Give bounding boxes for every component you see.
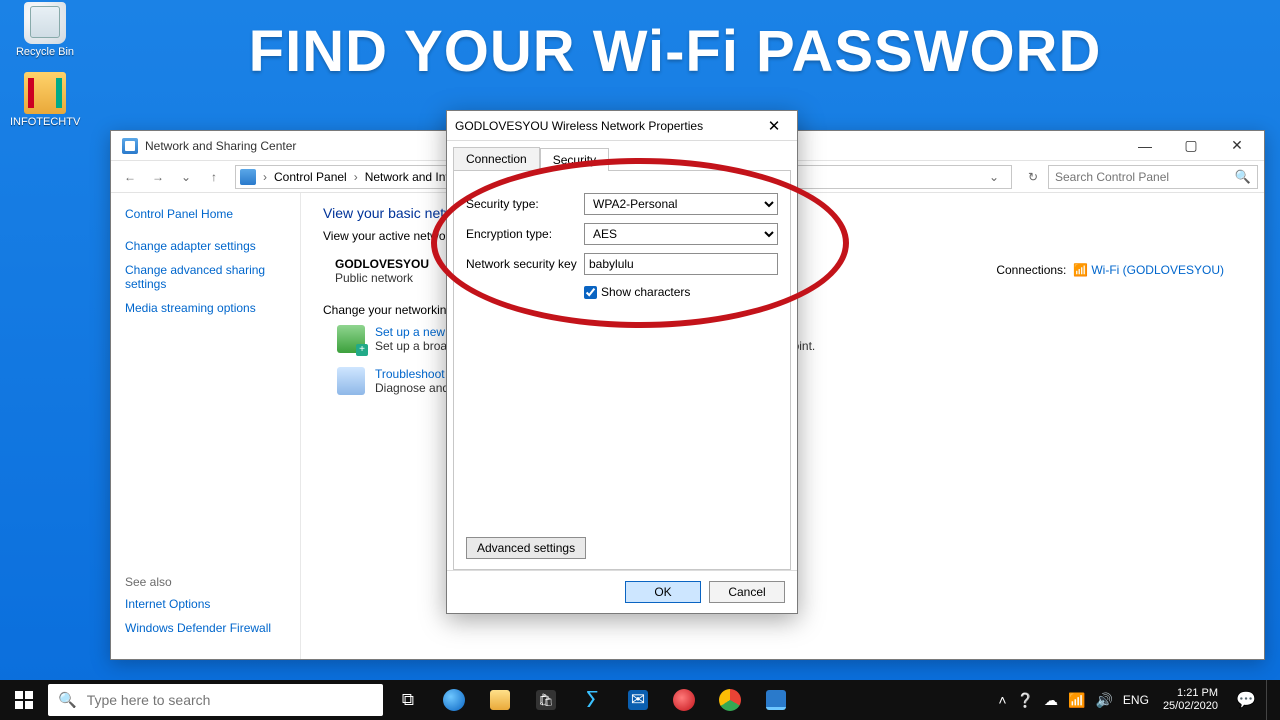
search-input[interactable] (1055, 170, 1235, 184)
network-name: GODLOVESYOU (335, 257, 429, 271)
desktop-folder[interactable]: INFOTECHTV (10, 72, 80, 128)
sidebar: Control Panel Home Change adapter settin… (111, 193, 301, 659)
sidebar-item-internet-options[interactable]: Internet Options (125, 597, 286, 611)
breadcrumb-icon (240, 169, 256, 185)
taskbar-app-opera[interactable] (661, 680, 707, 720)
tray-wifi-icon[interactable]: 📶 (1068, 692, 1085, 709)
tab-connection[interactable]: Connection (453, 147, 540, 170)
ok-button[interactable]: OK (625, 581, 701, 603)
network-icon (122, 138, 138, 154)
sidebar-item-media[interactable]: Media streaming options (125, 301, 286, 315)
folder-icon (24, 72, 66, 114)
tray-overflow-button[interactable]: ˄ (998, 692, 1006, 708)
tray-language[interactable]: ENG (1123, 693, 1149, 707)
taskbar-app-edge[interactable]: ⵢ (569, 680, 615, 720)
start-button[interactable] (0, 680, 48, 720)
taskbar-search[interactable]: 🔍 (48, 684, 383, 716)
security-type-select[interactable]: WPA2-Personal (584, 193, 778, 215)
sidebar-item-sharing[interactable]: Change advanced sharing settings (125, 263, 286, 291)
wireless-properties-dialog: GODLOVESYOU Wireless Network Properties … (446, 110, 798, 614)
maximize-button[interactable]: ▢ (1168, 131, 1214, 161)
minimize-button[interactable]: — (1122, 131, 1168, 161)
connections-label: Connections: (996, 263, 1066, 277)
advanced-settings-button[interactable]: Advanced settings (466, 537, 586, 559)
task-view-button[interactable]: ⧉ (385, 680, 431, 720)
dialog-titlebar[interactable]: GODLOVESYOU Wireless Network Properties … (447, 111, 797, 141)
taskbar-app-store[interactable]: 🛍 (523, 680, 569, 720)
tab-security[interactable]: Security (540, 148, 609, 171)
tray-volume-icon[interactable]: 🔊 (1095, 692, 1112, 709)
troubleshoot-icon (337, 367, 365, 395)
taskbar-app-ie[interactable] (431, 680, 477, 720)
tray-help-icon[interactable]: ❔ (1017, 692, 1034, 709)
dialog-title: GODLOVESYOU Wireless Network Properties (455, 119, 759, 133)
wifi-connection-link[interactable]: Wi-Fi (GODLOVESYOU) (1091, 263, 1224, 277)
recent-dropdown[interactable]: ⌄ (173, 164, 199, 190)
encryption-type-select[interactable]: AES (584, 223, 778, 245)
back-button[interactable]: ← (117, 164, 143, 190)
desktop-folder-label: INFOTECHTV (10, 116, 80, 128)
search-icon: 🔍 (58, 691, 77, 709)
close-button[interactable]: ✕ (1214, 131, 1260, 161)
up-button[interactable]: ↑ (201, 164, 227, 190)
action-center-button[interactable]: 💬 (1226, 690, 1266, 710)
sidebar-item-firewall[interactable]: Windows Defender Firewall (125, 621, 286, 635)
encryption-type-label: Encryption type: (466, 227, 584, 241)
sidebar-item-adapter[interactable]: Change adapter settings (125, 239, 286, 253)
system-tray: ˄ ❔ ☁ 📶 🔊 ENG (992, 692, 1155, 709)
taskbar-search-input[interactable] (87, 692, 373, 708)
chevron-right-icon: › (351, 170, 361, 184)
recycle-bin-label: Recycle Bin (10, 46, 80, 58)
taskbar-app-mail[interactable]: ✉ (615, 680, 661, 720)
show-characters-label: Show characters (601, 285, 690, 299)
security-type-label: Security type: (466, 197, 584, 211)
taskbar-app-explorer[interactable] (477, 680, 523, 720)
refresh-button[interactable]: ↻ (1020, 164, 1046, 190)
clock-time: 1:21 PM (1177, 687, 1218, 700)
chevron-right-icon: › (260, 170, 270, 184)
forward-button[interactable]: → (145, 164, 171, 190)
network-key-input[interactable] (584, 253, 778, 275)
control-panel-home[interactable]: Control Panel Home (125, 207, 286, 221)
network-key-label: Network security key (466, 257, 584, 271)
add-connection-icon (337, 325, 365, 353)
recycle-bin[interactable]: Recycle Bin (10, 2, 80, 58)
see-also-label: See also (125, 575, 286, 589)
tray-onedrive-icon[interactable]: ☁ (1044, 692, 1058, 709)
taskbar-app-chrome[interactable] (707, 680, 753, 720)
dialog-tabs: Connection Security (447, 141, 797, 170)
headline-overlay: FIND YOUR Wi-Fi PASSWORD (110, 18, 1240, 85)
show-desktop-button[interactable] (1266, 680, 1280, 720)
windows-logo-icon (15, 691, 33, 709)
search-icon: 🔍 (1235, 169, 1251, 185)
taskbar-app-controlpanel[interactable] (753, 680, 799, 720)
trash-icon (24, 2, 66, 44)
address-dropdown[interactable]: ⌄ (981, 164, 1007, 190)
cancel-button[interactable]: Cancel (709, 581, 785, 603)
search-box[interactable]: 🔍 (1048, 165, 1258, 189)
taskbar: 🔍 ⧉ 🛍 ⵢ ✉ ˄ ❔ ☁ 📶 🔊 ENG 1:21 PM 25/02/20… (0, 680, 1280, 720)
show-characters-checkbox[interactable] (584, 286, 597, 299)
breadcrumb-root[interactable]: Control Panel (274, 170, 347, 184)
security-tab-pane: Security type: WPA2-Personal Encryption … (453, 170, 791, 570)
taskbar-clock[interactable]: 1:21 PM 25/02/2020 (1155, 687, 1226, 713)
dialog-close-button[interactable]: ✕ (759, 117, 789, 135)
clock-date: 25/02/2020 (1163, 700, 1218, 713)
